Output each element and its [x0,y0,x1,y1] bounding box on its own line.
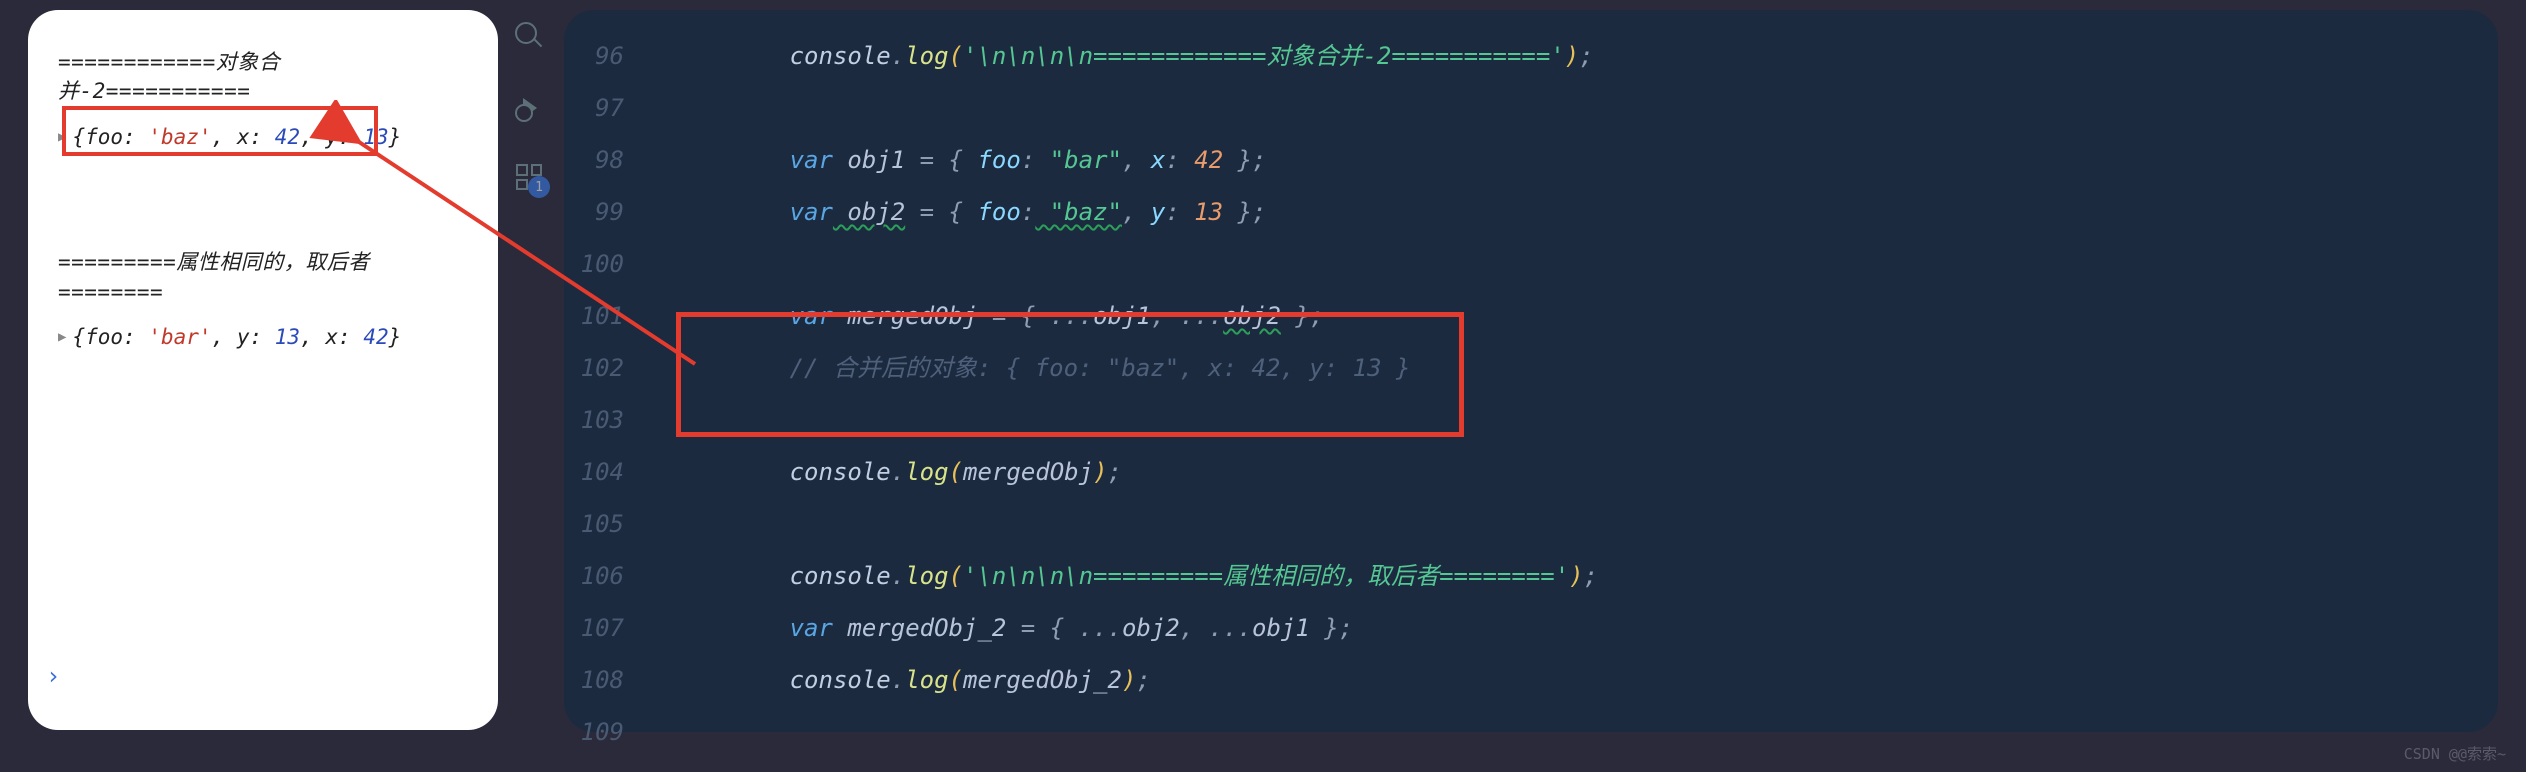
line-number: 97 [564,82,624,134]
line-number: 106 [564,550,624,602]
console-prompt-icon[interactable]: › [46,662,60,690]
line-number: 109 [564,706,624,758]
code-line-109[interactable] [674,706,2498,758]
line-number: 104 [564,446,624,498]
console-output-2[interactable]: ▶ {foo: 'bar', y: 13, x: 42} [48,315,478,360]
line-number: 101 [564,290,624,342]
extensions-badge: 1 [528,176,550,198]
code-line-100[interactable] [674,238,2498,290]
run-debug-icon[interactable] [513,92,545,124]
line-number: 107 [564,602,624,654]
code-line-98[interactable]: var obj1 = { foo: "bar", x: 42 }; [674,134,2498,186]
disclosure-triangle-icon[interactable]: ▶ [58,328,66,348]
line-number: 105 [564,498,624,550]
code-line-99[interactable]: var obj2 = { foo: "baz", y: 13 }; [674,186,2498,238]
watermark: CSDN @@索索~ [2404,743,2506,764]
line-number: 108 [564,654,624,706]
search-icon[interactable] [513,20,545,52]
code-line-96[interactable]: console.log('\n\n\n\n============对象合并-2=… [674,30,2498,82]
annotation-highlight-console [62,106,378,156]
line-number: 98 [564,134,624,186]
code-line-106[interactable]: console.log('\n\n\n\n=========属性相同的，取后者=… [674,550,2498,602]
code-line-97[interactable] [674,82,2498,134]
line-number: 102 [564,342,624,394]
line-number: 103 [564,394,624,446]
line-number: 96 [564,30,624,82]
line-gutter: 96 97 98 99 100 101 102 103 104 105 106 … [564,30,674,712]
code-line-105[interactable] [674,498,2498,550]
extensions-icon[interactable]: 1 [516,164,542,190]
devtools-console: ============对象合并-2=========== ▶ {foo: 'b… [28,10,498,730]
annotation-highlight-code [676,312,1464,437]
console-separator-2: =========属性相同的，取后者======== [48,240,478,315]
line-number: 100 [564,238,624,290]
code-line-104[interactable]: console.log(mergedObj); [674,446,2498,498]
code-line-107[interactable]: var mergedObj_2 = { ...obj2, ...obj1 }; [674,602,2498,654]
code-editor[interactable]: 96 97 98 99 100 101 102 103 104 105 106 … [564,10,2498,732]
console-separator-1: ============对象合并-2=========== [48,40,478,115]
line-number: 99 [564,186,624,238]
activity-bar: 1 [504,0,554,772]
code-line-108[interactable]: console.log(mergedObj_2); [674,654,2498,706]
